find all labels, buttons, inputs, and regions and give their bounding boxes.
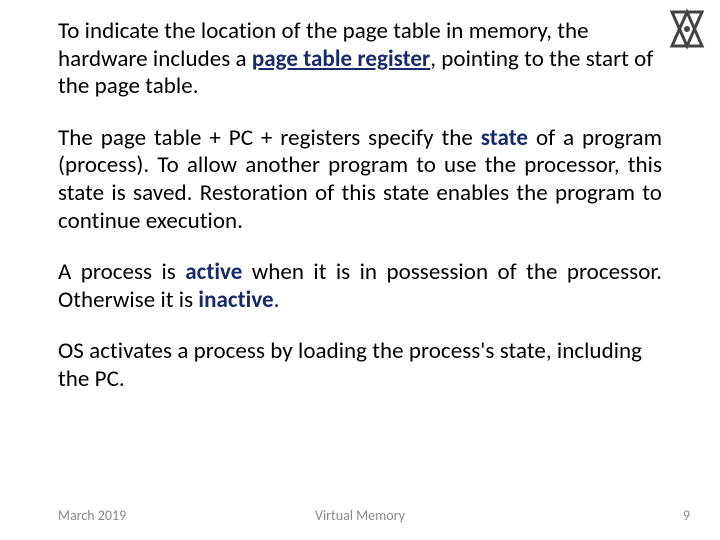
state-term: state bbox=[481, 124, 528, 152]
footer-page-number: 9 bbox=[683, 507, 690, 524]
paragraph-3: A process is active when it is in posses… bbox=[58, 259, 662, 314]
footer-title: Virtual Memory bbox=[0, 507, 720, 524]
p2-text-a: The page table + PC + registers specify … bbox=[58, 124, 481, 152]
slide: To indicate the location of the page tab… bbox=[0, 0, 720, 540]
technion-logo-icon bbox=[664, 6, 710, 52]
page-table-register-term: page table register bbox=[252, 45, 430, 73]
inactive-term: inactive bbox=[198, 286, 273, 314]
active-term: active bbox=[185, 258, 242, 286]
p3-text-a: A process is bbox=[58, 258, 185, 286]
paragraph-1: To indicate the location of the page tab… bbox=[58, 18, 662, 101]
p3-text-c: . bbox=[274, 286, 280, 314]
paragraph-4: OS activates a process by loading the pr… bbox=[58, 338, 662, 393]
paragraph-2: The page table + PC + registers specify … bbox=[58, 125, 662, 235]
